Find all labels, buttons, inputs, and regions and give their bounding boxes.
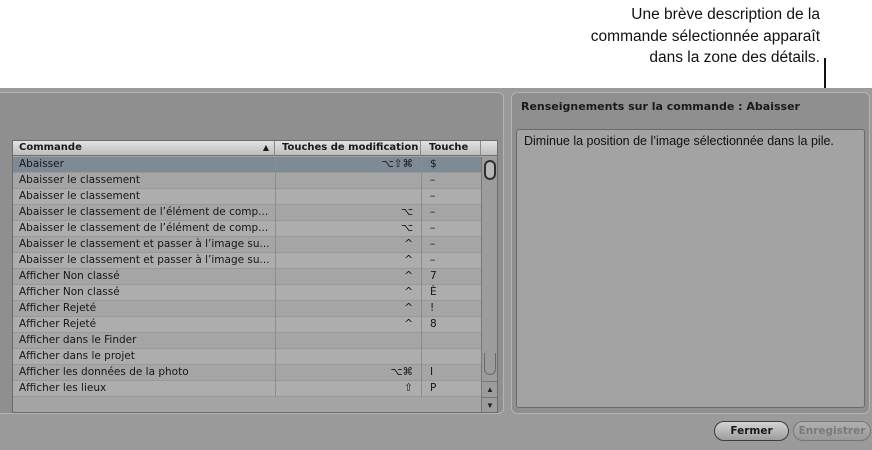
key-cell: $	[421, 157, 481, 173]
table-scrollbar[interactable]: ▲ ▼	[481, 157, 497, 412]
key-cell: !	[421, 301, 481, 317]
command-details-panel: Renseignements sur la commande : Abaisse…	[511, 92, 870, 414]
key-cell: 7	[421, 269, 481, 285]
table-row[interactable]: Afficher les lieux ⇧ P	[13, 381, 481, 397]
modifier-keys-cell: ⌥⇧⌘	[275, 157, 421, 173]
table-body: Abaisser ⌥⇧⌘ $ Abaisser le classement – …	[13, 157, 481, 397]
table-row[interactable]: Abaisser le classement et passer à l’ima…	[13, 253, 481, 269]
key-cell: –	[421, 173, 481, 189]
close-button[interactable]: Fermer	[714, 421, 789, 441]
command-name-cell: Abaisser le classement de l’élément de c…	[19, 222, 269, 234]
table-row[interactable]: Afficher Non classé ^ 7	[13, 269, 481, 285]
table-row[interactable]: Abaisser le classement de l’élément de c…	[13, 205, 481, 221]
modifier-keys-cell: ⌥	[275, 205, 421, 221]
command-name-cell: Afficher Rejeté	[19, 302, 97, 314]
command-name-cell: Afficher Non classé	[19, 270, 120, 282]
callout-line-1: Une brève description de la	[631, 6, 820, 23]
modifier-keys-cell: ^	[275, 237, 421, 253]
command-list-panel: Commande ▲ Touches de modification Touch…	[0, 92, 504, 414]
command-name-cell: Abaisser le classement	[19, 174, 140, 186]
key-cell: I	[421, 365, 481, 381]
column-header-modifiers[interactable]: Touches de modification	[275, 141, 421, 156]
sort-ascending-icon: ▲	[262, 143, 269, 152]
key-cell: –	[421, 253, 481, 269]
command-editor-window: Commande ▲ Touches de modification Touch…	[0, 88, 872, 450]
callout-annotation: Une brève description de la commande sél…	[500, 4, 820, 69]
table-row[interactable]: Abaisser le classement –	[13, 173, 481, 189]
command-name-cell: Abaisser le classement de l’élément de c…	[19, 206, 269, 218]
callout-line-3: dans la zone des détails.	[649, 49, 820, 66]
modifier-keys-cell: ^	[275, 269, 421, 285]
table-row[interactable]: Afficher dans le Finder	[13, 333, 481, 349]
key-cell: 8	[421, 317, 481, 333]
scrollbar-thumb[interactable]	[484, 160, 496, 180]
modifier-keys-cell: ^	[275, 285, 421, 301]
key-cell: –	[421, 189, 481, 205]
key-cell	[421, 349, 481, 365]
table-row[interactable]: Afficher Rejeté ^ !	[13, 301, 481, 317]
command-name-cell: Abaisser le classement et passer à l’ima…	[19, 238, 270, 250]
command-name-cell: Afficher les données de la photo	[19, 366, 189, 378]
table-row[interactable]: Abaisser ⌥⇧⌘ $	[13, 157, 481, 173]
modifier-keys-cell	[275, 189, 421, 205]
modifier-keys-cell	[275, 349, 421, 365]
command-name-cell: Afficher Non classé	[19, 286, 120, 298]
modifier-keys-cell	[275, 333, 421, 349]
key-cell: P	[421, 381, 481, 397]
command-name-cell: Abaisser le classement et passer à l’ima…	[19, 254, 270, 266]
command-name-cell: Abaisser	[19, 158, 64, 170]
modifier-keys-cell	[275, 173, 421, 189]
details-title: Renseignements sur la commande : Abaisse…	[521, 100, 800, 113]
scrollbar-track-end	[484, 353, 496, 375]
table-row[interactable]: Afficher dans le projet	[13, 349, 481, 365]
details-description: Diminue la position de l’image sélection…	[524, 134, 834, 148]
table-row[interactable]: Afficher Non classé ^ È	[13, 285, 481, 301]
scroll-down-arrow-icon[interactable]: ▼	[482, 397, 497, 412]
key-cell: –	[421, 221, 481, 237]
callout-line-2: commande sélectionnée apparaît	[590, 27, 820, 45]
command-name-cell: Abaisser le classement	[19, 190, 140, 202]
modifier-keys-cell: ⇧	[275, 381, 421, 397]
key-cell: –	[421, 205, 481, 221]
column-header-commande[interactable]: Commande ▲	[13, 141, 275, 156]
modifier-keys-cell: ^	[275, 253, 421, 269]
key-cell: È	[421, 285, 481, 301]
details-area: Diminue la position de l’image sélection…	[516, 129, 865, 408]
column-header-key[interactable]: Touche	[421, 141, 481, 156]
key-cell: –	[421, 237, 481, 253]
table-row[interactable]: Abaisser le classement –	[13, 189, 481, 205]
column-label-modifiers: Touches de modification	[282, 142, 419, 153]
save-button[interactable]: Enregistrer	[793, 421, 871, 441]
command-name-cell: Afficher dans le projet	[19, 350, 135, 362]
column-header-spacer	[481, 141, 497, 156]
column-label-commande: Commande	[19, 142, 82, 153]
command-name-cell: Afficher les lieux	[19, 382, 107, 394]
scroll-up-arrow-icon[interactable]: ▲	[482, 381, 497, 397]
table-row[interactable]: Afficher Rejeté ^ 8	[13, 317, 481, 333]
command-table: Commande ▲ Touches de modification Touch…	[12, 140, 498, 413]
column-label-key: Touche	[429, 142, 469, 153]
command-name-cell: Afficher Rejeté	[19, 318, 97, 330]
table-row[interactable]: Afficher les données de la photo ⌥⌘ I	[13, 365, 481, 381]
command-name-cell: Afficher dans le Finder	[19, 334, 137, 346]
table-header: Commande ▲ Touches de modification Touch…	[13, 141, 497, 156]
modifier-keys-cell: ⌥	[275, 221, 421, 237]
table-row[interactable]: Abaisser le classement de l’élément de c…	[13, 221, 481, 237]
modifier-keys-cell: ⌥⌘	[275, 365, 421, 381]
table-row[interactable]: Abaisser le classement et passer à l’ima…	[13, 237, 481, 253]
modifier-keys-cell: ^	[275, 317, 421, 333]
modifier-keys-cell: ^	[275, 301, 421, 317]
key-cell	[421, 333, 481, 349]
